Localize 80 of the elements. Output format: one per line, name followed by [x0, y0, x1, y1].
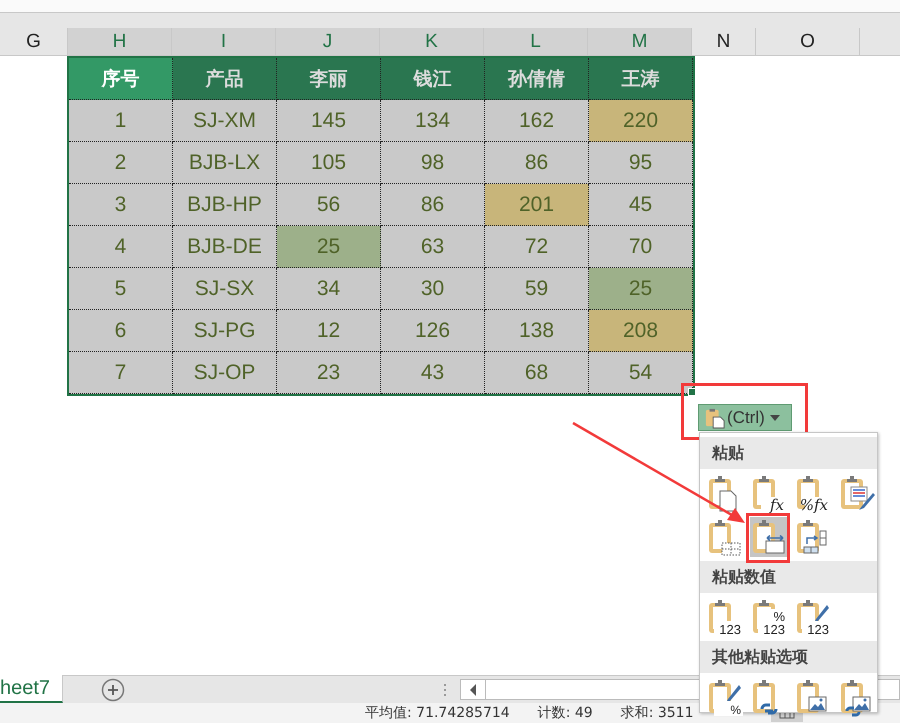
- column-header[interactable]: I: [172, 28, 276, 55]
- table-cell: 5: [69, 268, 173, 310]
- table-cell: SJ-OP: [173, 352, 277, 394]
- table-cell: 72: [485, 226, 589, 268]
- status-text: 平均值: 71.74285714: [365, 704, 510, 722]
- fill-handle[interactable]: [688, 388, 696, 396]
- sheet-tab[interactable]: heet7: [0, 675, 63, 703]
- left-arrow-icon: [469, 684, 477, 696]
- column-header[interactable]: N: [692, 28, 756, 55]
- table-cell: BJB-HP: [173, 184, 277, 226]
- table-cell: 68: [485, 352, 589, 394]
- table-cell: 134: [381, 100, 485, 142]
- column-header[interactable]: K: [380, 28, 484, 55]
- button-label: (Ctrl): [727, 408, 765, 428]
- table-cell: 34: [277, 268, 381, 310]
- table-cell: 70: [589, 226, 693, 268]
- scroll-left-button[interactable]: [460, 679, 486, 700]
- paste-option-button[interactable]: [750, 517, 788, 557]
- column-header[interactable]: M: [588, 28, 692, 55]
- table-cell: 25: [277, 226, 381, 268]
- clipboard-icon: [705, 406, 725, 428]
- table-cell: 145: [277, 100, 381, 142]
- column-header[interactable]: L: [484, 28, 588, 55]
- table-cell: 3: [69, 184, 173, 226]
- column-heading: 孙倩倩: [485, 58, 589, 100]
- column-heading: 王涛: [589, 58, 693, 100]
- table-cell: 95: [589, 142, 693, 184]
- table-cell: BJB-LX: [173, 142, 277, 184]
- table-cell: 12: [277, 310, 381, 352]
- table-cell: 63: [381, 226, 485, 268]
- paste-option-button[interactable]: %: [706, 677, 744, 717]
- menu-section-title: 粘贴数值: [700, 561, 877, 593]
- table-cell: 138: [485, 310, 589, 352]
- paste-option-button[interactable]: %fx: [794, 473, 832, 513]
- menu-section-title: 其他粘贴选项: [700, 641, 877, 673]
- table-cell: 7: [69, 352, 173, 394]
- table-cell: 43: [381, 352, 485, 394]
- table-cell: 201: [485, 184, 589, 226]
- table-cell: 208: [589, 310, 693, 352]
- status-text: 求和: 3511: [620, 704, 694, 722]
- column-header[interactable]: J: [276, 28, 380, 55]
- table-cell: 1: [69, 100, 173, 142]
- table-cell: SJ-XM: [173, 100, 277, 142]
- table-cell: 220: [589, 100, 693, 142]
- paste-options-button[interactable]: (Ctrl): [698, 404, 792, 431]
- table-cell: 86: [485, 142, 589, 184]
- splitter-handle[interactable]: [443, 682, 447, 698]
- table-cell: 6: [69, 310, 173, 352]
- column-heading: 钱江: [381, 58, 485, 100]
- table-cell: 56: [277, 184, 381, 226]
- table-cell: 30: [381, 268, 485, 310]
- table-cell: 126: [381, 310, 485, 352]
- add-sheet-icon[interactable]: [101, 678, 125, 702]
- paste-option-button[interactable]: fx: [750, 473, 788, 513]
- table-cell: 4: [69, 226, 173, 268]
- table-cell: SJ-PG: [173, 310, 277, 352]
- table-cell: 86: [381, 184, 485, 226]
- paste-option-button[interactable]: 123: [706, 597, 744, 637]
- table-cell: 45: [589, 184, 693, 226]
- column-heading: 李丽: [277, 58, 381, 100]
- table-cell: 162: [485, 100, 589, 142]
- highlight-frame: [746, 513, 790, 563]
- table-cell: 105: [277, 142, 381, 184]
- table-cell: 59: [485, 268, 589, 310]
- status-text: 计数: 49: [538, 704, 593, 722]
- column-header[interactable]: O: [756, 28, 860, 55]
- paste-option-button[interactable]: 123: [794, 597, 832, 637]
- table-cell: SJ-SX: [173, 268, 277, 310]
- table-cell: BJB-DE: [173, 226, 277, 268]
- menu-section-title: 粘贴: [700, 437, 877, 469]
- column-heading: 产品: [173, 58, 277, 100]
- table-cell: 54: [589, 352, 693, 394]
- table-cell: 98: [381, 142, 485, 184]
- column-heading: 序号: [69, 58, 173, 100]
- table-cell: 2: [69, 142, 173, 184]
- table-cell: 23: [277, 352, 381, 394]
- table-cell: 25: [589, 268, 693, 310]
- caret-icon: [770, 414, 780, 420]
- paste-option-button[interactable]: [838, 473, 876, 513]
- column-header[interactable]: H: [68, 28, 172, 55]
